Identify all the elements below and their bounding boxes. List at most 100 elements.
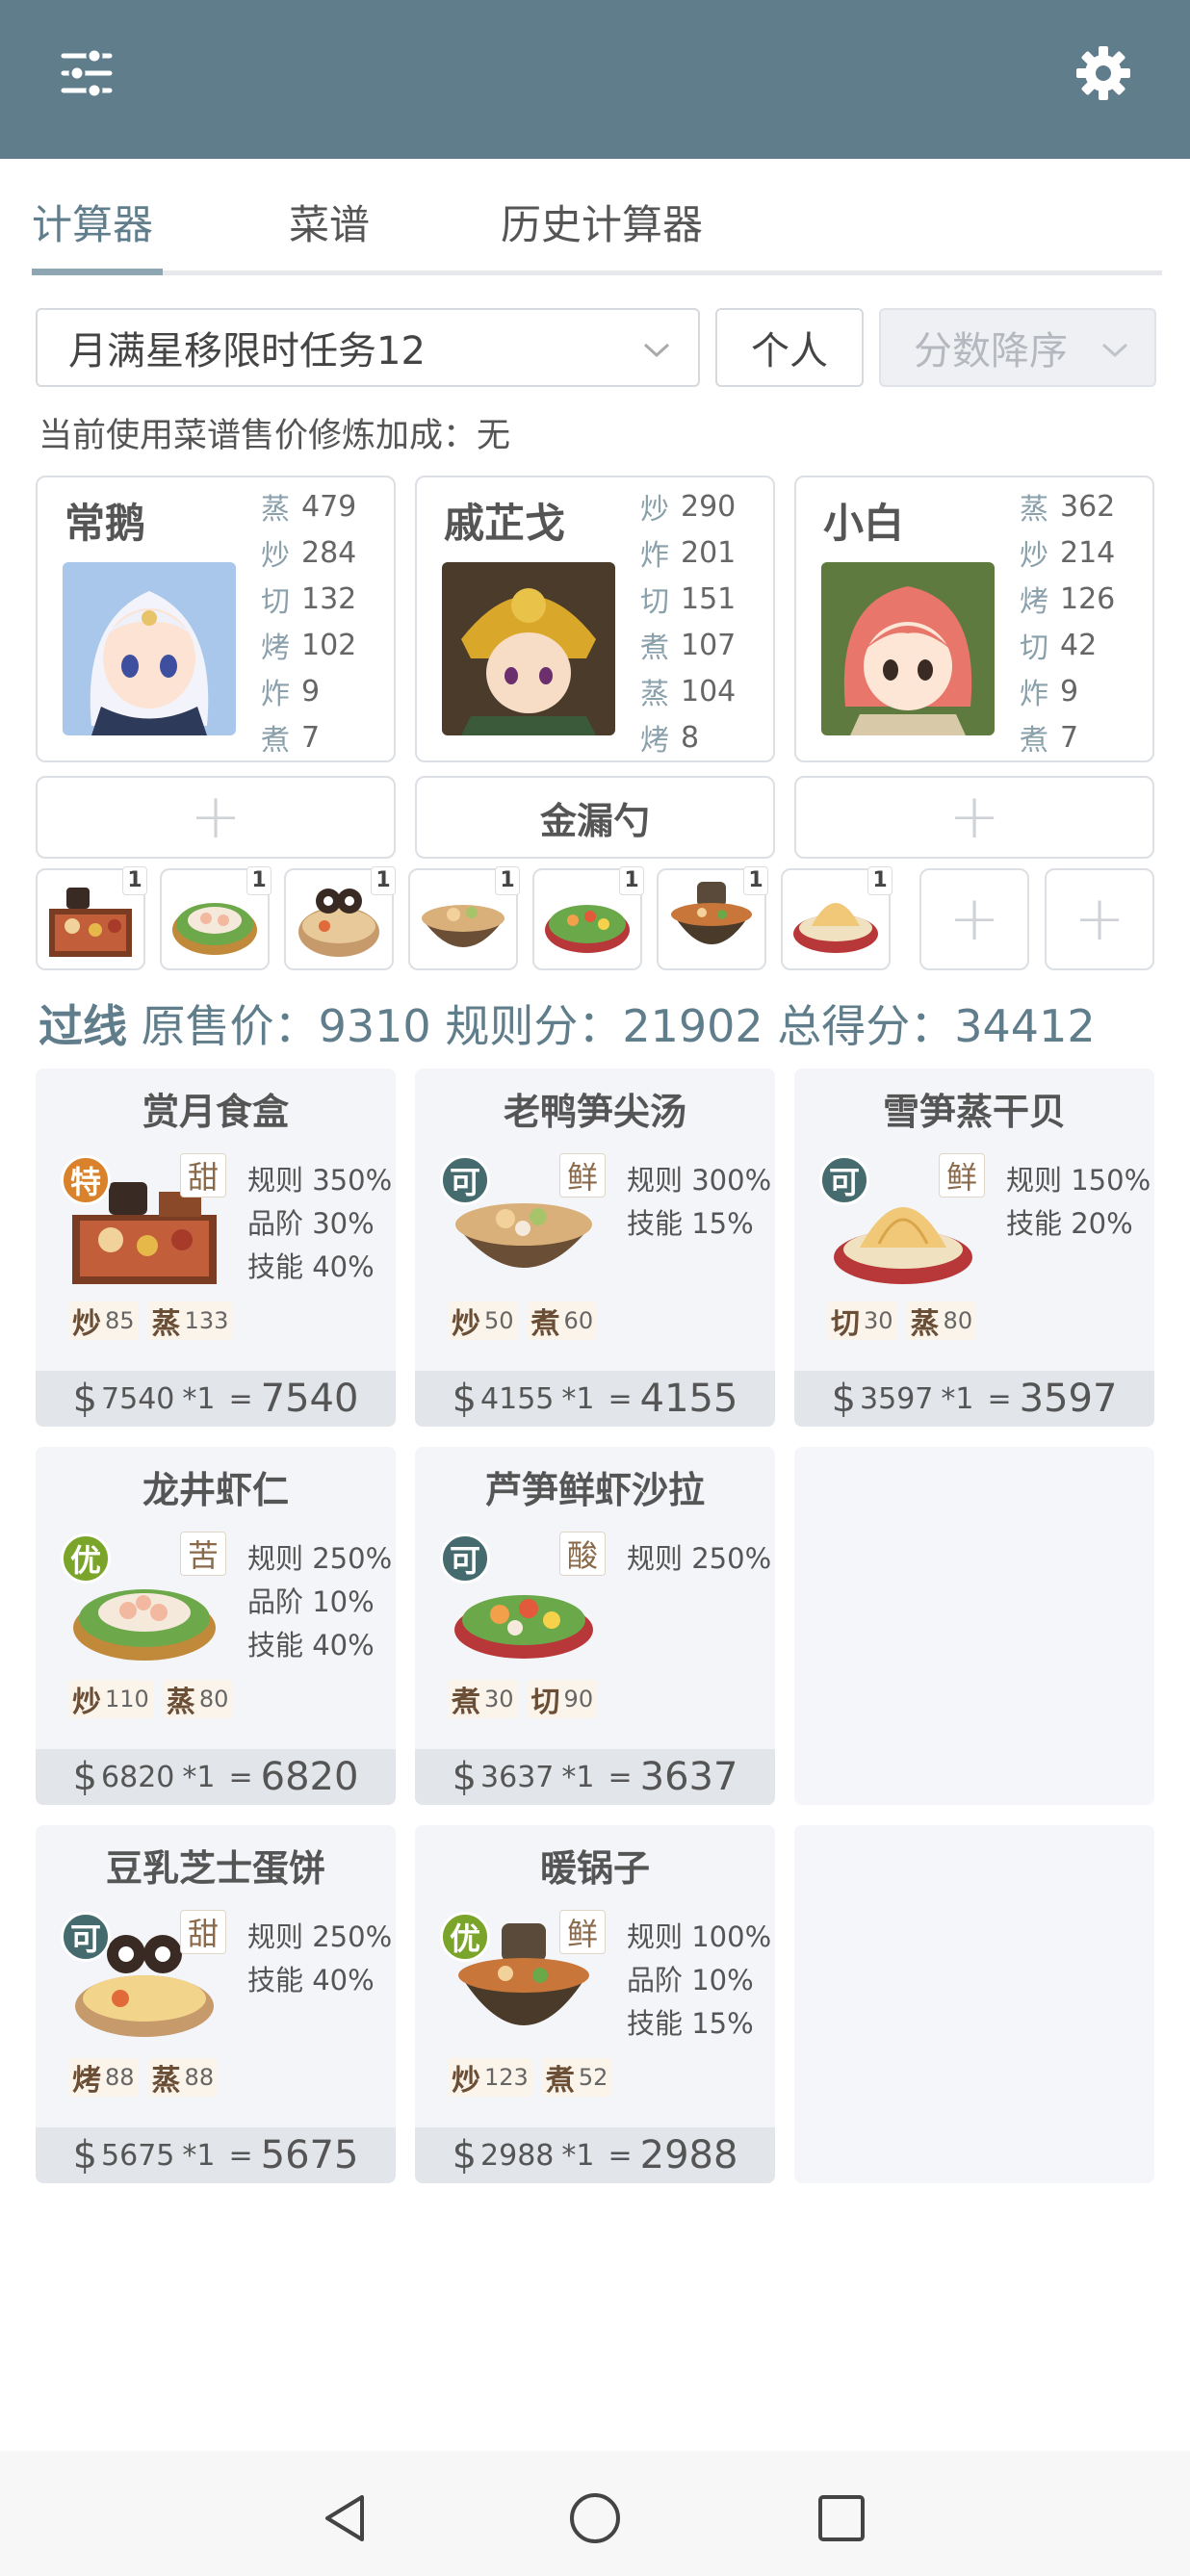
recipe-card[interactable]: 芦笋鲜虾沙拉可酸规则 250% 煮 30 切 90 $3637 *1 = 3637 xyxy=(415,1447,775,1805)
recipe-title: 龙井虾仁 xyxy=(142,1469,289,1511)
tab-history-calculator[interactable]: 历史计算器 xyxy=(501,193,703,251)
recipe-card[interactable]: 赏月食盒特甜规则 350% 品阶 30% 技能 40% 炒 85 蒸 133 $7540 *1 =… xyxy=(36,1069,396,1427)
multiplier: *1 xyxy=(182,1760,216,1794)
skill-requirement: 煮 52 xyxy=(541,2058,612,2098)
bonus-list: 规则 250% 品阶 10% 技能 40% xyxy=(247,1537,392,1667)
skill-requirement: 炒 85 xyxy=(68,1301,139,1341)
equals-sign: = xyxy=(987,1381,1012,1416)
dollar-sign: $ xyxy=(452,1377,478,1421)
dish-slot[interactable]: 1 xyxy=(284,866,396,970)
equals-sign: = xyxy=(608,2138,633,2173)
app-bar xyxy=(0,0,1190,159)
grade-badge: 可 xyxy=(819,1155,869,1205)
mode-button[interactable]: 个人 xyxy=(715,308,864,387)
grade-badge: 优 xyxy=(440,1912,490,1962)
price-bar: $6820 *1 = 6820 xyxy=(36,1749,396,1805)
chef-skills: 炒 290 炸 201 切 151 煮 107 蒸 104 烤8 xyxy=(640,489,737,759)
empty-recipe-slot[interactable] xyxy=(794,1825,1154,2183)
quantity-badge: 1 xyxy=(743,866,768,895)
skill-requirement: 切 90 xyxy=(527,1680,598,1719)
quantity-badge: 1 xyxy=(371,866,396,895)
bonus-line: 规则 250% xyxy=(247,1920,393,1953)
skill-requirements: 煮 30 切 90 xyxy=(448,1680,598,1719)
bonus-line: 规则 300% xyxy=(627,1164,772,1197)
bonus-list: 规则 150% 技能 20% xyxy=(1006,1159,1151,1246)
sort-select[interactable]: 分数降序 xyxy=(879,308,1156,387)
dollar-sign: $ xyxy=(831,1377,857,1421)
unit-price: 7540 xyxy=(101,1381,175,1416)
bonus-line: 技能 15% xyxy=(627,1207,754,1240)
multiplier: *1 xyxy=(182,1381,216,1416)
chef-portrait xyxy=(821,562,995,735)
system-nav-bar xyxy=(0,2451,1190,2576)
chevron-down-icon xyxy=(1101,343,1128,358)
equipment-slot[interactable]: 金漏勺 xyxy=(415,776,775,859)
flavor-badge: 苦 xyxy=(180,1532,226,1576)
bonus-line: 规则 250% xyxy=(627,1542,772,1575)
bonus-list: 规则 250% xyxy=(627,1537,771,1581)
bonus-line: 规则 100% xyxy=(627,1920,772,1953)
price-bar: $3637 *1 = 3637 xyxy=(415,1749,775,1805)
quantity-badge: 1 xyxy=(122,866,147,895)
dish-slot[interactable]: 1 xyxy=(36,866,147,970)
dollar-sign: $ xyxy=(452,2133,478,2177)
chef-card[interactable]: 常鹅 蒸 479 炒 284 切 132 烤 102 炸9 煮7 xyxy=(36,476,396,762)
bonus-line: 规则 350% xyxy=(247,1164,393,1197)
add-equipment-button[interactable]: + xyxy=(36,776,396,859)
chef-name: 戚芷戈 xyxy=(444,500,566,547)
recipe-title: 芦笋鲜虾沙拉 xyxy=(484,1469,705,1511)
recents-square-icon[interactable] xyxy=(813,2489,870,2547)
multiplier: *1 xyxy=(561,1381,595,1416)
empty-recipe-slot[interactable] xyxy=(794,1447,1154,1805)
price-total: 4155 xyxy=(639,1377,738,1421)
add-dish-button[interactable]: + xyxy=(919,868,1029,970)
grade-badge: 可 xyxy=(61,1912,111,1962)
recipe-card[interactable]: 龙井虾仁优苦规则 250% 品阶 10% 技能 40% 炒 110 蒸 80 $6820 *1 =… xyxy=(36,1447,396,1805)
multiplier: *1 xyxy=(941,1381,974,1416)
dish-slot[interactable]: 1 xyxy=(408,866,520,970)
unit-price: 6820 xyxy=(101,1760,175,1794)
price-bar: $3597 *1 = 3597 xyxy=(794,1371,1154,1427)
task-select-value: 月满星移限时任务12 xyxy=(68,329,426,374)
plus-icon: + xyxy=(190,782,242,853)
recipe-card[interactable]: 豆乳芝士蛋饼可甜规则 250% 技能 40% 烤 88 蒸 88 $5675 *1 = 5675 xyxy=(36,1825,396,2183)
chef-card[interactable]: 小白 蒸 362 炒 214 烤 126 切 42 炸9 煮7 xyxy=(794,476,1154,762)
equipment-label: 金漏勺 xyxy=(539,799,650,842)
dish-slot[interactable]: 1 xyxy=(657,866,768,970)
multiplier: *1 xyxy=(561,1760,595,1794)
skill-requirements: 炒 123 煮 52 xyxy=(448,2058,612,2098)
recipe-card[interactable]: 雪笋蒸干贝可鲜规则 150% 技能 20% 切 30 蒸 80 $3597 *1 = 3597 xyxy=(794,1069,1154,1427)
multiplier: *1 xyxy=(561,2138,595,2173)
dish-slot[interactable]: 1 xyxy=(532,866,644,970)
sliders-icon[interactable] xyxy=(60,46,114,100)
dish-slot[interactable]: 1 xyxy=(160,866,272,970)
recipe-title: 老鸭笋尖汤 xyxy=(503,1091,686,1133)
grade-badge: 特 xyxy=(61,1155,111,1205)
back-triangle-icon[interactable] xyxy=(318,2489,375,2547)
task-select[interactable]: 月满星移限时任务12 xyxy=(36,308,700,387)
mode-button-label: 个人 xyxy=(751,329,828,374)
dollar-sign: $ xyxy=(72,1377,98,1421)
tab-recipes[interactable]: 菜谱 xyxy=(289,193,370,251)
quantity-badge: 1 xyxy=(619,866,644,895)
equals-sign: = xyxy=(228,1760,253,1794)
grade-badge: 可 xyxy=(440,1533,490,1584)
price-total: 7540 xyxy=(260,1377,359,1421)
skill-requirement: 炒 110 xyxy=(68,1680,153,1719)
recipe-card[interactable]: 暖锅子优鲜规则 100% 品阶 10% 技能 15% 炒 123 煮 52 $2988 *1 = 2… xyxy=(415,1825,775,2183)
home-circle-icon[interactable] xyxy=(566,2489,624,2547)
add-dish-button[interactable]: + xyxy=(1045,868,1154,970)
tab-calculator[interactable]: 计算器 xyxy=(32,193,153,251)
recipe-card[interactable]: 老鸭笋尖汤可鲜规则 300% 技能 15% 炒 50 煮 60 $4155 *1 = 4155 xyxy=(415,1069,775,1427)
equals-sign: = xyxy=(228,2138,253,2173)
gear-icon[interactable] xyxy=(1074,44,1132,102)
dish-slot[interactable]: 1 xyxy=(781,866,892,970)
chef-card[interactable]: 戚芷戈 炒 290 炸 201 切 151 煮 107 蒸 104 烤8 xyxy=(415,476,775,762)
add-equipment-button[interactable]: + xyxy=(794,776,1154,859)
equals-sign: = xyxy=(608,1381,633,1416)
chef-skills: 蒸 479 炒 284 切 132 烤 102 炸9 煮7 xyxy=(261,489,357,759)
bonus-line: 规则 150% xyxy=(1006,1164,1151,1197)
chef-portrait xyxy=(63,562,236,735)
recipe-title: 赏月食盒 xyxy=(142,1091,289,1133)
bonus-list: 规则 300% 技能 15% xyxy=(627,1159,771,1246)
